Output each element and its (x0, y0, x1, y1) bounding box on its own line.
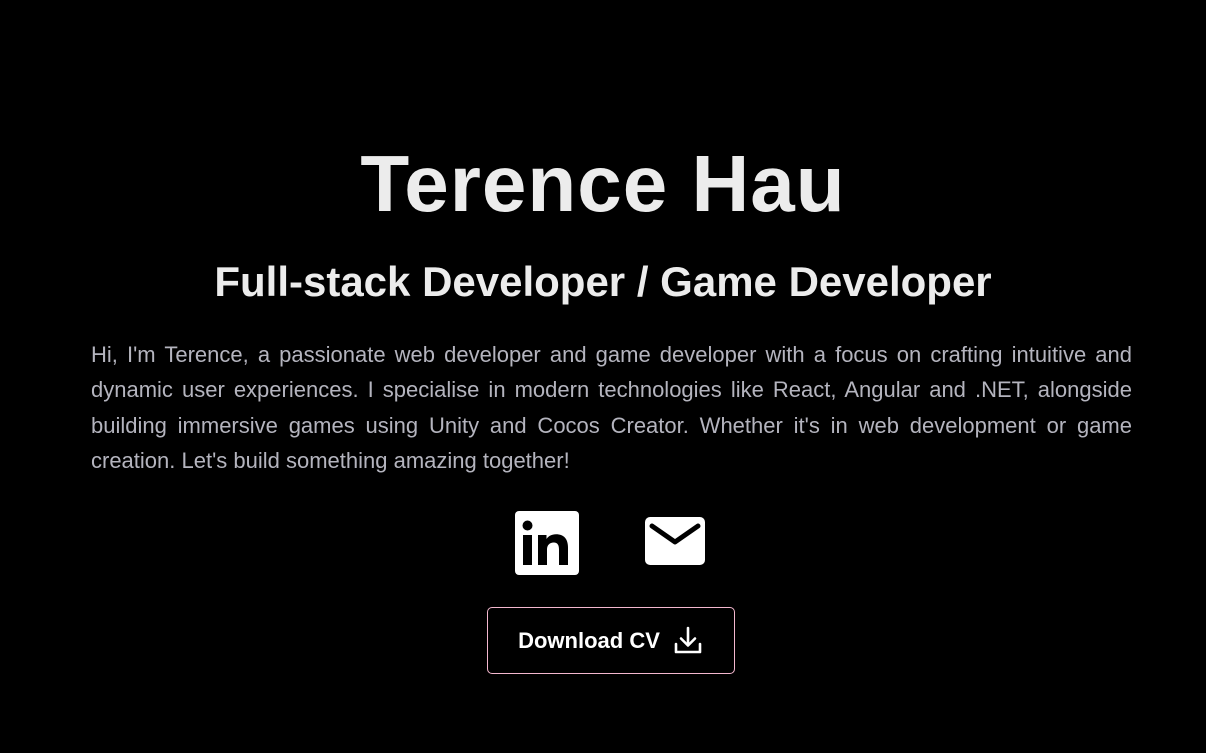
download-cv-label: Download CV (518, 627, 660, 653)
linkedin-icon (515, 511, 579, 575)
job-title: Full-stack Developer / Game Developer (214, 258, 992, 305)
linkedin-link[interactable] (515, 511, 579, 575)
social-links (515, 511, 707, 575)
download-cv-button[interactable]: Download CV (487, 607, 735, 674)
download-icon (672, 625, 704, 657)
hero-section: Terence Hau Full-stack Developer / Game … (0, 0, 1206, 753)
email-link[interactable] (645, 517, 707, 569)
bio-paragraph: Hi, I'm Terence, a passionate web develo… (91, 342, 1132, 473)
page-title: Terence Hau (360, 139, 846, 228)
mail-icon (645, 517, 707, 569)
